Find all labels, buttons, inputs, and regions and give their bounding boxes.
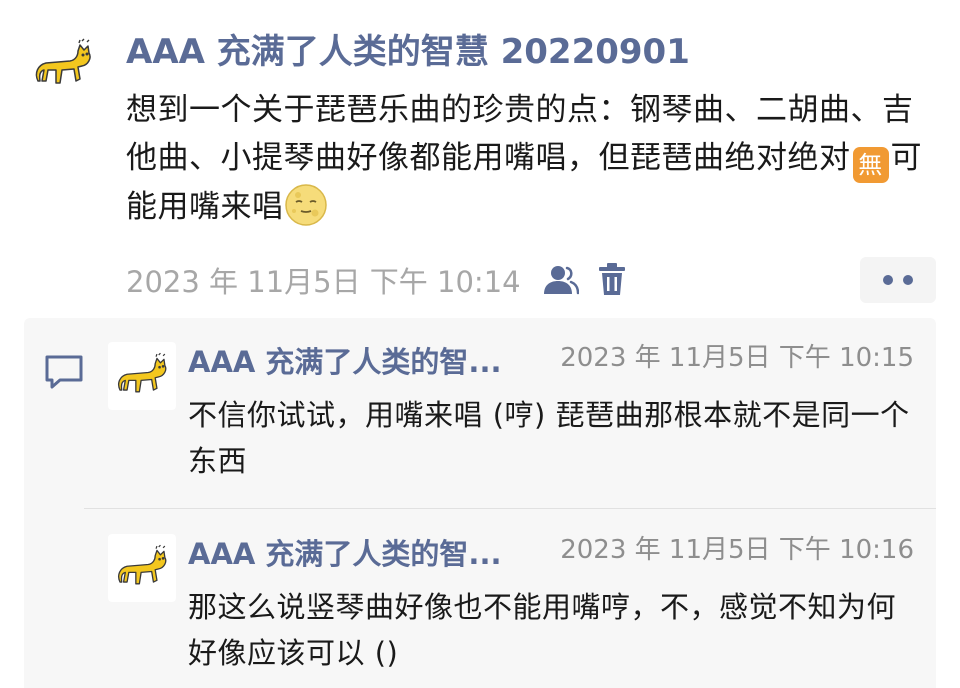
comment-author-name[interactable]: AAA 充满了人类的智... [188,534,558,574]
trash-icon[interactable] [597,263,627,297]
cat-avatar-icon [118,544,167,585]
post-content: 想到一个关于琵琶乐曲的珍贵的点：钢琴曲、二胡曲、吉他曲、小提琴曲好像都能用嘴唱，… [126,86,938,231]
no-emoji-badge: 無 [852,147,889,183]
comment-timestamp: 2023 年 11月5日 下午 10:15 [560,343,914,373]
post-author-name[interactable]: AAA 充满了人类的智慧 20220901 [126,30,690,74]
people-icon[interactable] [541,264,579,296]
post-content-text-1: 想到一个关于琵琶乐曲的珍贵的点：钢琴曲、二胡曲、吉他曲、小提琴曲好像都能用嘴唱，… [126,92,914,176]
comment-author-name[interactable]: AAA 充满了人类的智... [188,342,558,382]
post-avatar[interactable] [26,34,100,96]
comment-icon [44,354,84,394]
comment-divider [84,508,936,509]
moments-post: AAA 充满了人类的智慧 20220901 想到一个关于琵琶乐曲的珍贵的点：钢琴… [0,0,960,688]
comment-avatar[interactable] [108,342,176,410]
comment-text: 那这么说竖琴曲好像也不能用嘴哼，不，感觉不知为何好像应该可以 () [188,590,897,670]
comments-section: AAA 充满了人类的智... 2023 年 11月5日 下午 10:15 不信你… [24,318,936,688]
post-timestamp: 2023 年 11月5日 下午 10:14 [126,265,521,299]
more-dot-icon [903,275,913,285]
moon-face-emoji-icon [284,184,327,226]
post-meta-row: 2023 年 11月5日 下午 10:14 [126,258,627,302]
more-button[interactable] [860,257,936,303]
comment-text: 不信你试试，用嘴来唱 (哼) 琵琶曲那根本就不是同一个东西 [188,398,910,478]
comment-timestamp: 2023 年 11月5日 下午 10:16 [560,535,914,565]
cat-avatar-icon [35,38,91,84]
comment-avatar[interactable] [108,534,176,602]
cat-avatar-icon [118,352,167,393]
more-dot-icon [883,275,893,285]
